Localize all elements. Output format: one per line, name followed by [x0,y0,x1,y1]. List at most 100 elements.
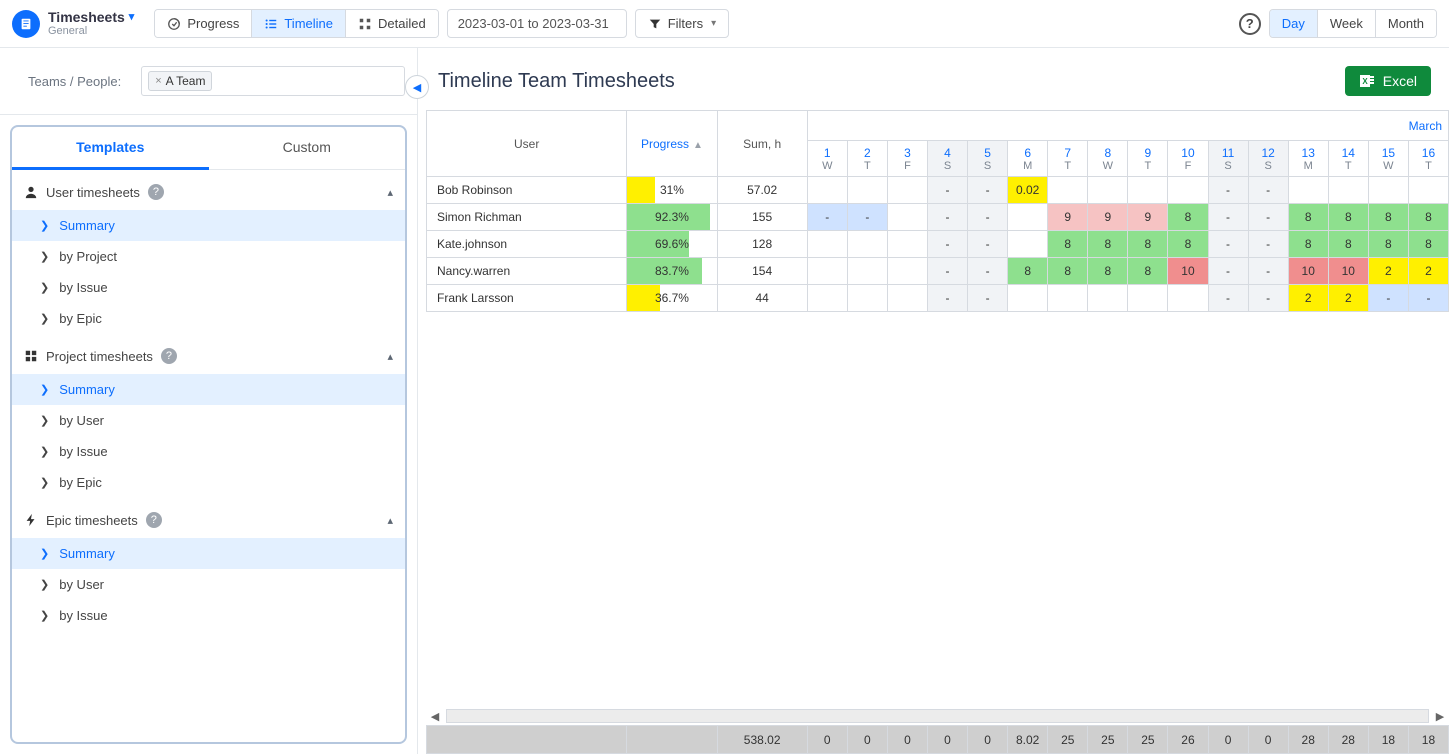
help-icon[interactable]: ? [148,184,164,200]
day-cell[interactable] [887,177,927,204]
filters-button[interactable]: Filters ▾ [635,9,729,38]
day-cell[interactable]: 8 [1408,204,1448,231]
group-header[interactable]: Epic timesheets?▴ [12,498,405,538]
day-cell[interactable] [1368,177,1408,204]
template-item[interactable]: ❯by User [12,405,405,436]
help-icon[interactable]: ? [161,348,177,364]
day-cell[interactable] [1008,204,1048,231]
col-sum[interactable]: Sum, h [717,111,807,177]
day-cell[interactable] [1048,177,1088,204]
day-cell[interactable] [1408,177,1448,204]
template-item[interactable]: ❯by Epic [12,467,405,498]
day-cell[interactable] [1168,177,1208,204]
template-item[interactable]: ❯by Project [12,241,405,272]
view-progress[interactable]: Progress [155,10,251,37]
day-cell[interactable]: 8 [1128,231,1168,258]
help-icon[interactable]: ? [1239,13,1261,35]
day-cell[interactable]: 2 [1408,258,1448,285]
day-cell[interactable]: 9 [1088,204,1128,231]
day-cell[interactable]: 8 [1368,204,1408,231]
day-cell[interactable]: - [927,258,967,285]
user-cell[interactable]: Nancy.warren [427,258,627,285]
day-header[interactable]: 13M [1288,141,1328,177]
chevron-down-icon[interactable]: ▾ [129,11,135,23]
day-cell[interactable]: 10 [1288,258,1328,285]
date-range-input[interactable] [447,9,627,38]
day-cell[interactable]: - [927,204,967,231]
day-cell[interactable] [887,258,927,285]
day-cell[interactable]: - [927,231,967,258]
day-cell[interactable]: - [1248,285,1288,312]
day-cell[interactable] [1088,285,1128,312]
day-header[interactable]: 11S [1208,141,1248,177]
tab-custom[interactable]: Custom [209,127,406,170]
scroll-right-icon[interactable]: ▶ [1431,710,1449,723]
day-cell[interactable]: 2 [1328,285,1368,312]
brand[interactable]: Timesheets ▾ General [12,10,134,38]
day-cell[interactable] [807,258,847,285]
day-cell[interactable]: 2 [1288,285,1328,312]
timeline-grid[interactable]: UserProgress▲Sum, hMarch1W2T3F4S5S6M7T8W… [426,110,1449,754]
collapse-sidebar-button[interactable]: ◀ [405,75,429,99]
day-cell[interactable]: 8 [1288,204,1328,231]
day-cell[interactable]: 8 [1288,231,1328,258]
day-cell[interactable]: - [1208,177,1248,204]
day-cell[interactable]: - [1208,231,1248,258]
user-cell[interactable]: Frank Larsson [427,285,627,312]
day-header[interactable]: 7T [1048,141,1088,177]
day-cell[interactable] [847,258,887,285]
day-cell[interactable]: 8 [1048,258,1088,285]
day-cell[interactable] [847,285,887,312]
day-header[interactable]: 3F [887,141,927,177]
day-cell[interactable]: 8 [1168,231,1208,258]
day-cell[interactable] [1328,177,1368,204]
day-header[interactable]: 6M [1008,141,1048,177]
day-cell[interactable] [1008,285,1048,312]
day-cell[interactable]: - [807,204,847,231]
day-header[interactable]: 10F [1168,141,1208,177]
template-item[interactable]: ❯Summary [12,374,405,405]
day-cell[interactable] [1128,285,1168,312]
day-cell[interactable]: 8 [1408,231,1448,258]
day-cell[interactable] [1168,285,1208,312]
day-cell[interactable]: 0.02 [1008,177,1048,204]
day-header[interactable]: 5S [968,141,1008,177]
template-item[interactable]: ❯by Issue [12,600,405,631]
filter-chip[interactable]: × A Team [148,71,212,91]
day-cell[interactable] [847,231,887,258]
day-cell[interactable]: 8 [1008,258,1048,285]
day-cell[interactable]: - [968,285,1008,312]
day-cell[interactable]: 10 [1168,258,1208,285]
day-cell[interactable] [1008,231,1048,258]
day-cell[interactable]: - [847,204,887,231]
teams-people-input[interactable]: × A Team [141,66,405,96]
day-header[interactable]: 14T [1328,141,1368,177]
day-cell[interactable]: 8 [1128,258,1168,285]
day-cell[interactable]: 8 [1048,231,1088,258]
tab-templates[interactable]: Templates [12,127,209,170]
day-cell[interactable] [887,231,927,258]
col-user[interactable]: User [427,111,627,177]
horizontal-scrollbar[interactable]: ◀ ▶ [426,707,1449,725]
template-item[interactable]: ❯Summary [12,538,405,569]
day-cell[interactable] [847,177,887,204]
day-cell[interactable] [887,204,927,231]
day-cell[interactable]: - [1208,258,1248,285]
day-cell[interactable]: 8 [1088,258,1128,285]
day-header[interactable]: 12S [1248,141,1288,177]
day-header[interactable]: 15W [1368,141,1408,177]
day-cell[interactable]: - [1248,258,1288,285]
day-header[interactable]: 16T [1408,141,1448,177]
day-header[interactable]: 9T [1128,141,1168,177]
user-cell[interactable]: Simon Richman [427,204,627,231]
day-cell[interactable] [1288,177,1328,204]
day-cell[interactable]: - [927,285,967,312]
day-cell[interactable]: 8 [1328,204,1368,231]
export-excel-button[interactable]: X Excel [1345,66,1431,96]
remove-chip-icon[interactable]: × [155,75,161,87]
day-cell[interactable]: - [1208,204,1248,231]
scroll-left-icon[interactable]: ◀ [426,710,444,723]
group-header[interactable]: User timesheets?▴ [12,170,405,210]
day-cell[interactable]: - [968,258,1008,285]
col-progress[interactable]: Progress▲ [627,111,717,177]
